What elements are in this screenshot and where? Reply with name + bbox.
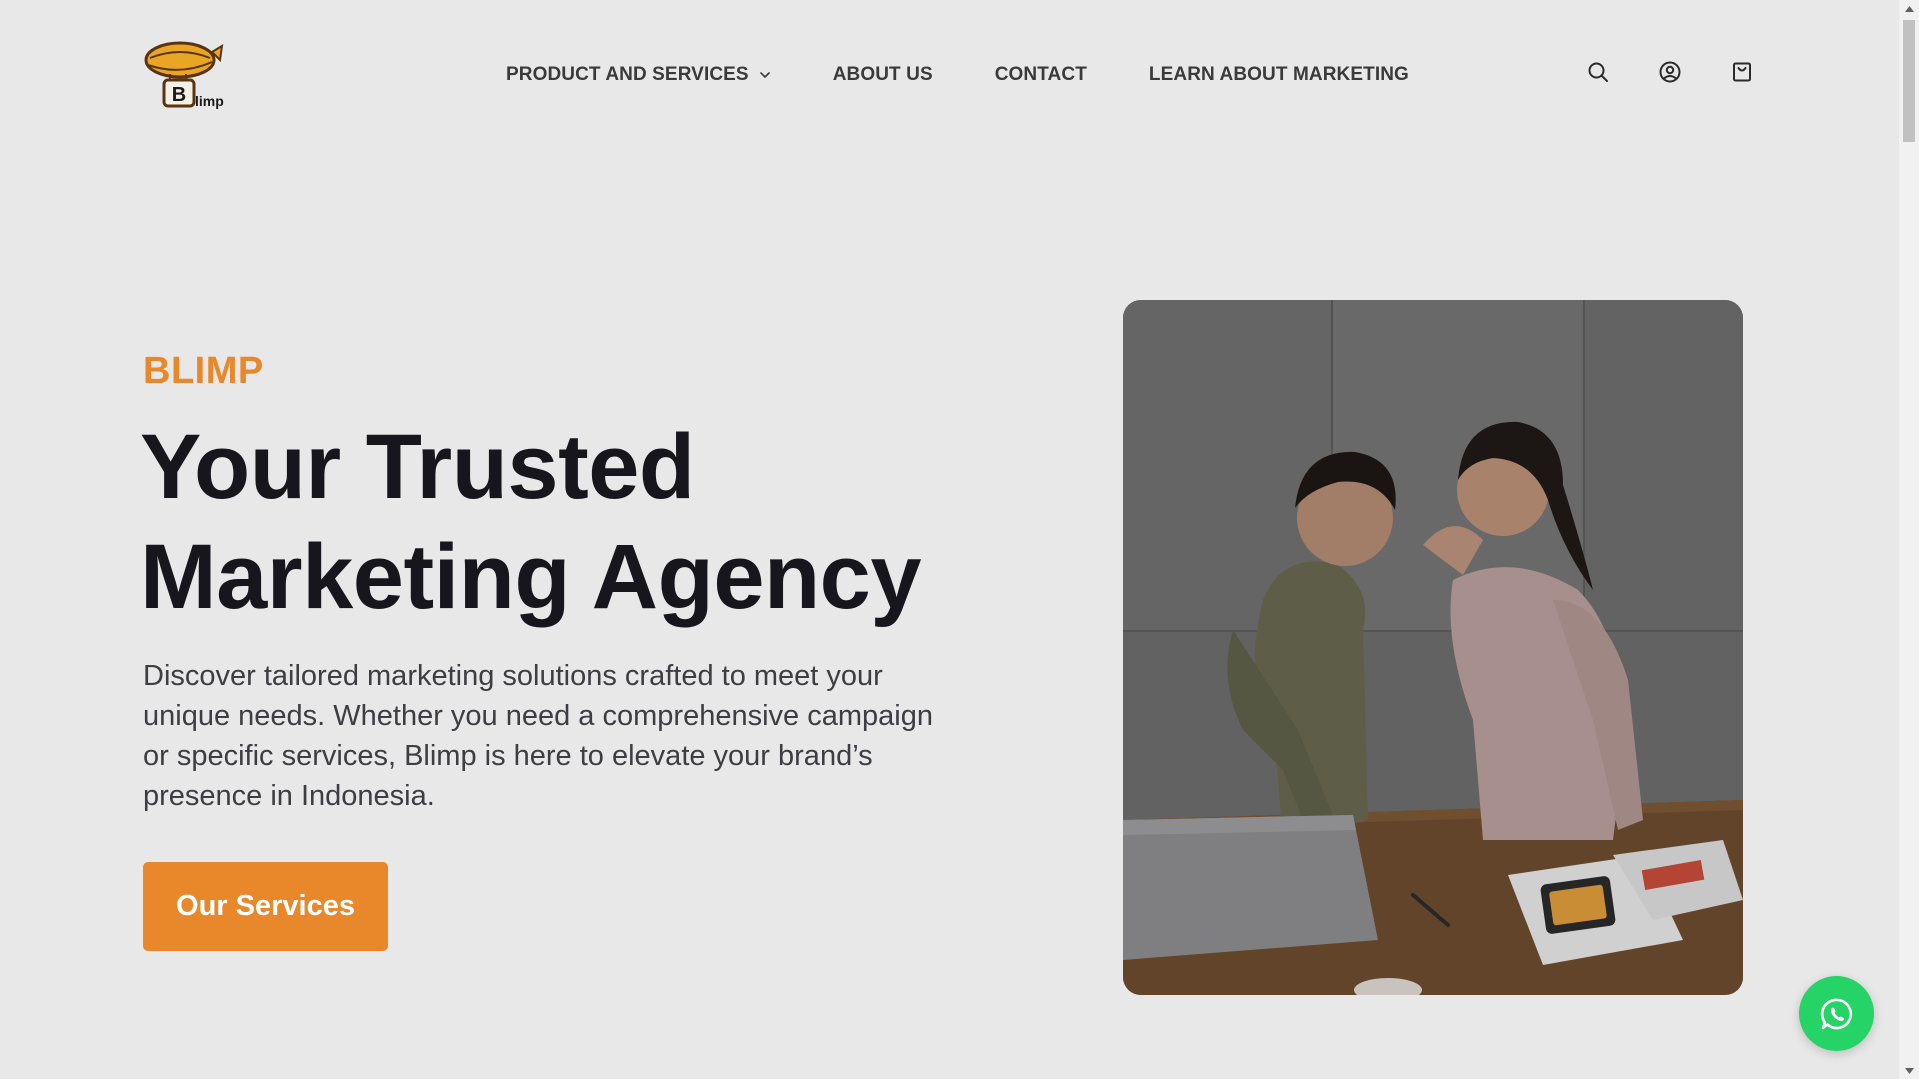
nav-label: PRODUCT AND SERVICES: [506, 64, 749, 85]
scroll-up-arrow-icon[interactable]: [1899, 0, 1919, 17]
account-icon[interactable]: [1658, 60, 1682, 84]
nav-learn-about-marketing[interactable]: LEARN ABOUT MARKETING: [1149, 64, 1409, 86]
scroll-thumb[interactable]: [1903, 20, 1915, 142]
hero-headline: Your Trusted Marketing Agency: [140, 412, 980, 632]
nav-product-and-services[interactable]: PRODUCT AND SERVICES: [506, 64, 771, 86]
nav-contact[interactable]: CONTACT: [995, 64, 1087, 86]
shopping-bag-icon[interactable]: [1730, 60, 1754, 84]
hero-headline-line: Your Trusted: [140, 416, 695, 518]
blimp-logo-icon: B limp: [144, 41, 224, 109]
chevron-down-icon: [759, 72, 770, 78]
nav-label: LEARN ABOUT MARKETING: [1148, 64, 1409, 85]
our-services-button[interactable]: Our Services: [143, 862, 388, 951]
main-nav: PRODUCT AND SERVICES ABOUT US CONTACT LE…: [506, 60, 1409, 90]
header-actions: [1586, 60, 1754, 84]
nav-label: ABOUT US: [832, 64, 933, 85]
nav-about-us[interactable]: ABOUT US: [833, 64, 933, 86]
landing-page: B limp PRODUCT AND SERVICES ABOUT US CON…: [0, 0, 1919, 1079]
svg-text:limp: limp: [195, 93, 224, 109]
scroll-down-arrow-icon[interactable]: [1899, 1062, 1919, 1079]
search-icon[interactable]: [1586, 60, 1610, 84]
nav-label: CONTACT: [994, 64, 1087, 85]
whatsapp-chat-button[interactable]: [1799, 976, 1874, 1051]
svg-text:B: B: [172, 84, 186, 106]
hero-description: Discover tailored marketing solutions cr…: [143, 660, 933, 812]
hero-headline-line: Marketing Agency: [140, 526, 922, 628]
brand-logo[interactable]: B limp: [140, 38, 232, 112]
hero-team-photo: [1123, 300, 1743, 995]
whatsapp-icon: [1820, 998, 1852, 1029]
team-photo-illustration: [1123, 300, 1743, 995]
page-scrollbar[interactable]: [1899, 0, 1919, 1079]
hero-eyebrow: BLIMP: [143, 350, 264, 392]
